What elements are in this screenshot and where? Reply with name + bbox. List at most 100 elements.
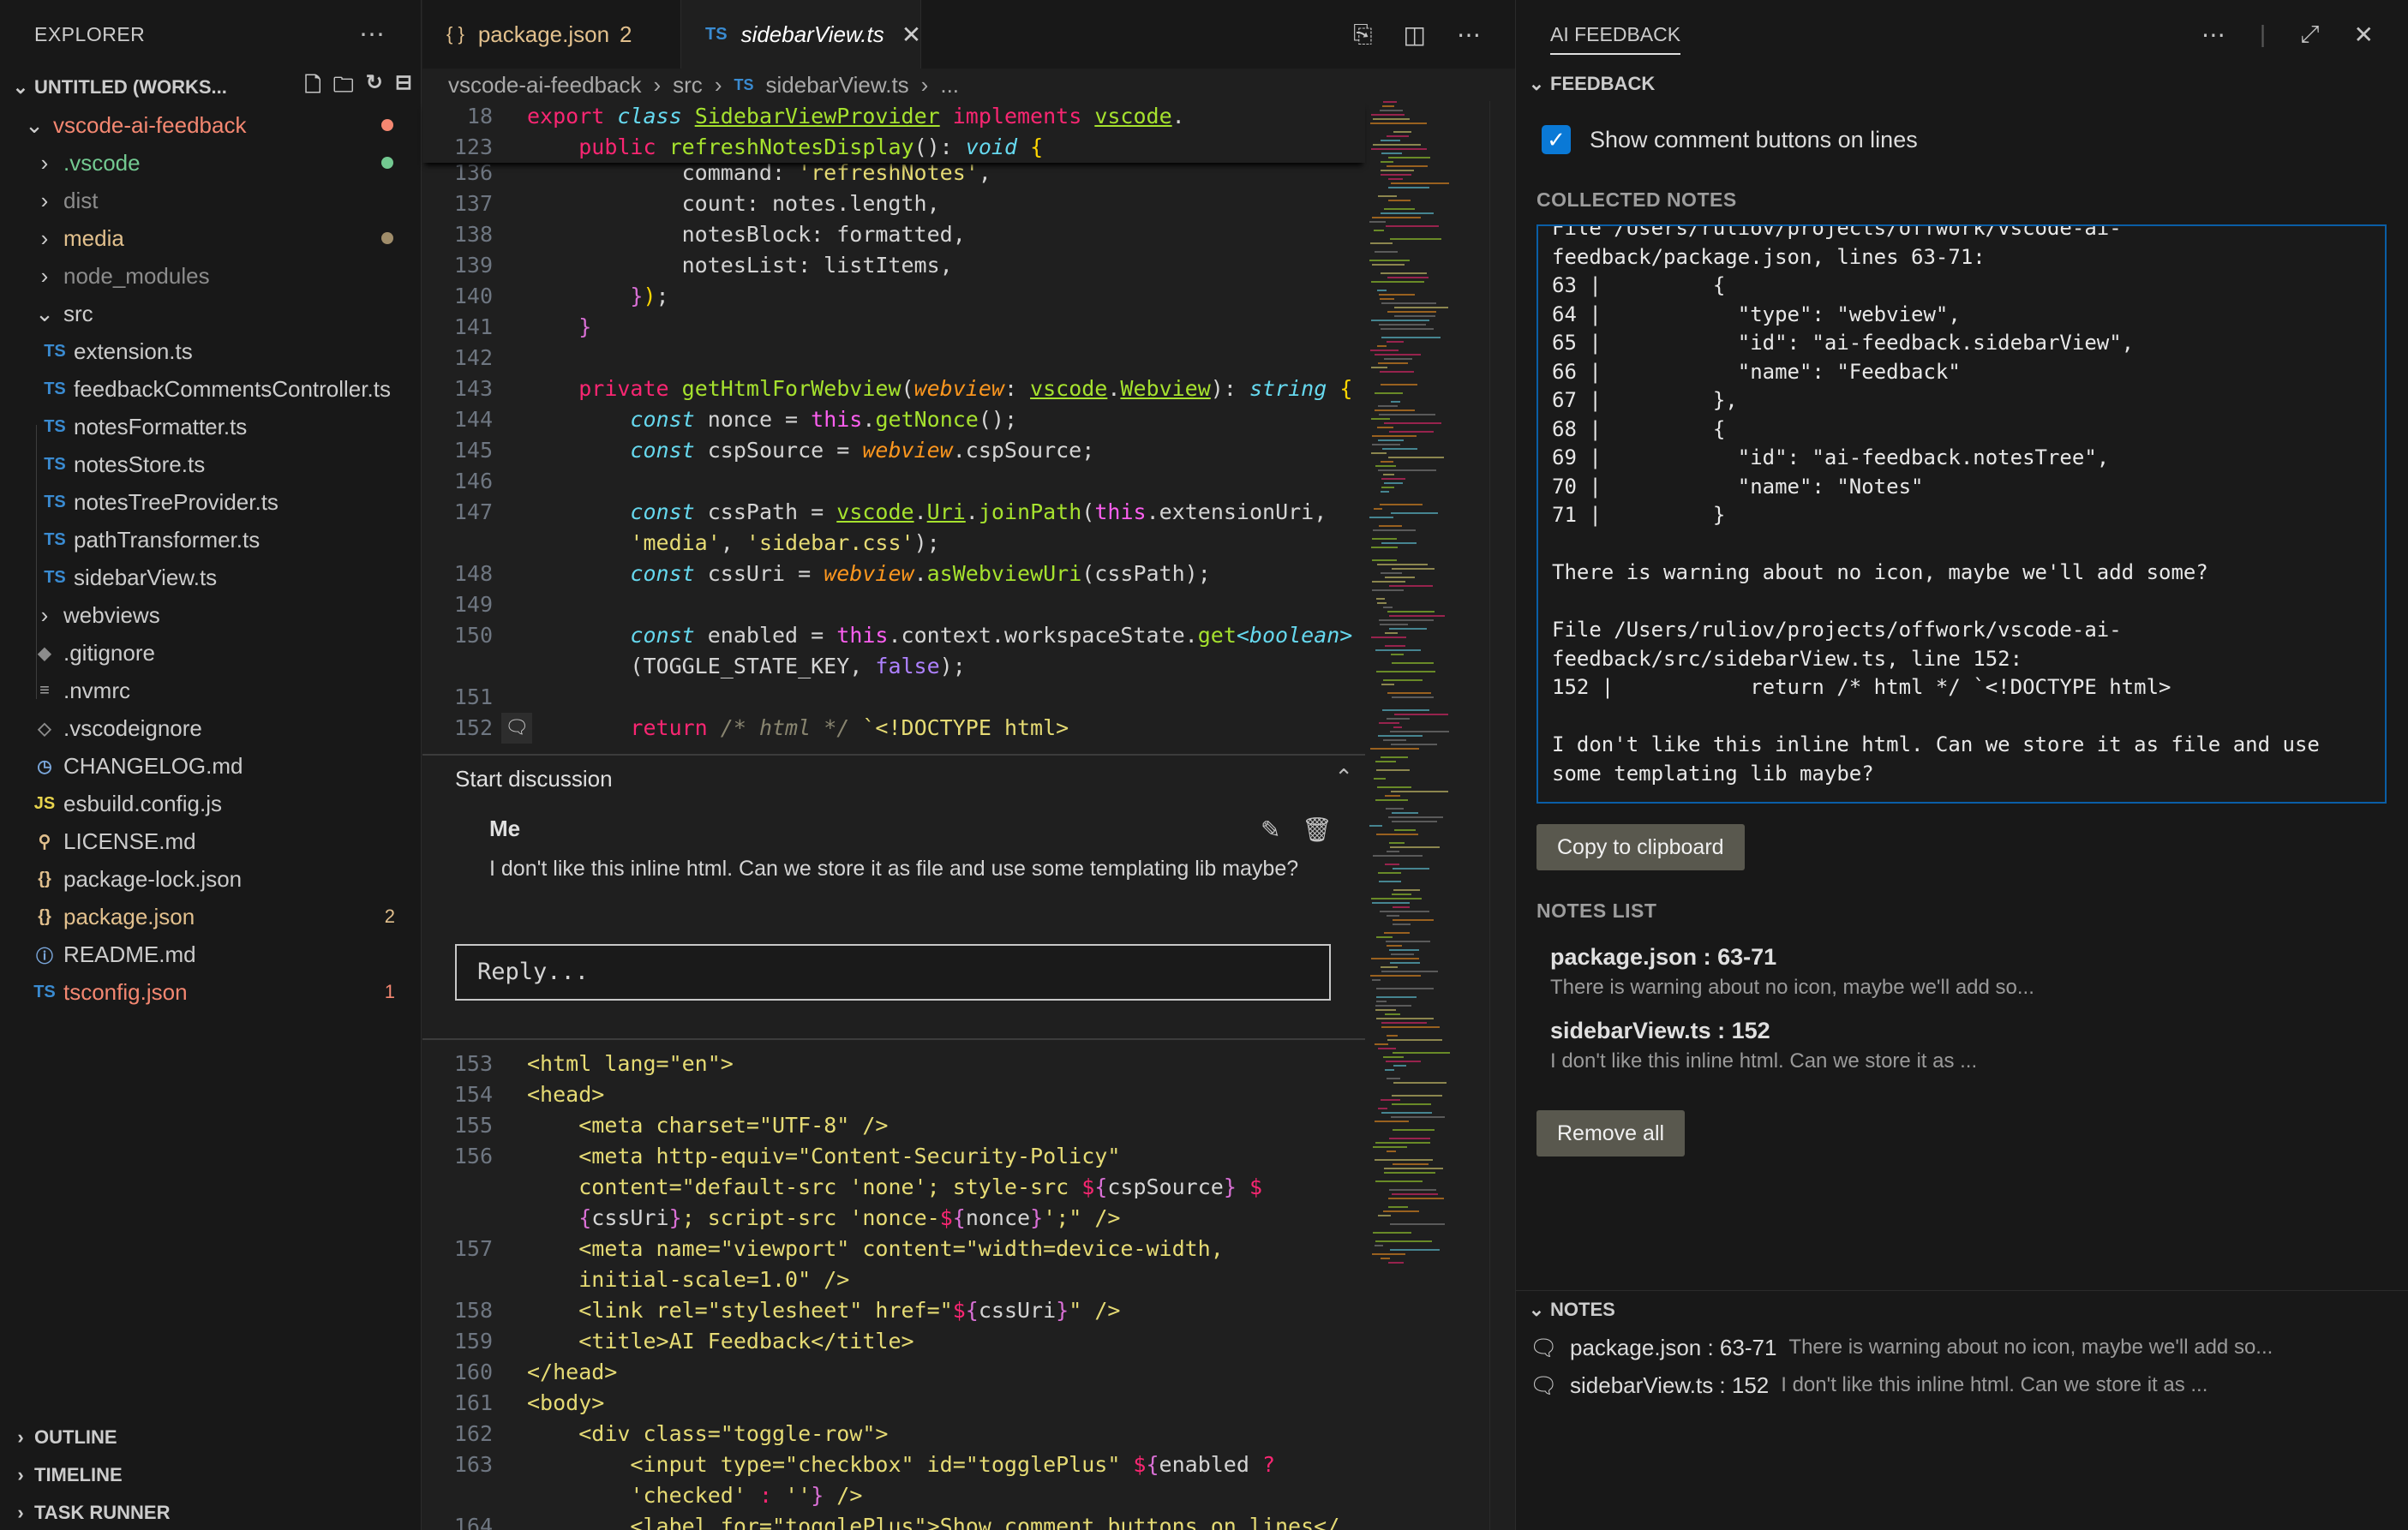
- tree-file[interactable]: TS pathTransformer.ts: [0, 521, 421, 559]
- collapse-all-icon[interactable]: ⊟: [395, 70, 412, 105]
- code-line[interactable]: 151: [422, 682, 1365, 713]
- code-line[interactable]: 156 <meta http-equiv="Content-Security-P…: [422, 1141, 1365, 1172]
- code-line[interactable]: 152 return /* html */ `<!DOCTYPE html> 🗨: [422, 713, 1365, 744]
- task-runner-section[interactable]: › TASK RUNNER: [0, 1494, 422, 1530]
- code-line[interactable]: 147 const cssPath = vscode.Uri.joinPath(…: [422, 497, 1365, 528]
- new-file-icon[interactable]: 🗋: [304, 70, 320, 105]
- code-line[interactable]: 149: [422, 589, 1365, 620]
- more-actions-icon[interactable]: ⋯: [2201, 21, 2225, 49]
- code-line[interactable]: {cssUri}; script-src 'nonce-${nonce}';" …: [422, 1203, 1365, 1234]
- tree-file[interactable]: TS notesFormatter.ts: [0, 408, 421, 445]
- code-line[interactable]: 137 count: notes.length,: [422, 188, 1365, 219]
- code-line[interactable]: 146: [422, 466, 1365, 497]
- code-line[interactable]: 163 <input type="checkbox" id="togglePlu…: [422, 1449, 1365, 1480]
- trash-icon[interactable]: 🗑: [1302, 816, 1333, 844]
- reply-input[interactable]: Reply...: [455, 944, 1331, 1001]
- minimap[interactable]: [1369, 101, 1481, 1266]
- breadcrumb-item[interactable]: src: [673, 72, 703, 99]
- note-list-item[interactable]: package.json : 63-71 There is warning ab…: [1550, 944, 2373, 1000]
- new-folder-icon[interactable]: 🗀: [333, 70, 354, 105]
- more-actions-icon[interactable]: ⋯: [1457, 21, 1481, 49]
- tree-folder[interactable]: › webviews: [0, 596, 421, 634]
- tree-file[interactable]: {} package.json 2: [0, 898, 421, 935]
- maximize-icon[interactable]: ⤢: [2300, 21, 2319, 49]
- code-line[interactable]: 144 const nonce = this.getNonce();: [422, 404, 1365, 435]
- more-actions-icon[interactable]: ⋯: [359, 20, 386, 50]
- code-line[interactable]: 158 <link rel="stylesheet" href="${cssUr…: [422, 1295, 1365, 1326]
- tree-file[interactable]: TS tsconfig.json 1: [0, 973, 421, 1011]
- tree-file[interactable]: JS esbuild.config.js: [0, 785, 421, 822]
- code-line[interactable]: 18 export class SidebarViewProvider imple…: [422, 101, 1365, 132]
- chevron-up-icon[interactable]: ⌃: [1334, 764, 1353, 791]
- code-line[interactable]: initial-scale=1.0" />: [422, 1264, 1365, 1295]
- scrollbar[interactable]: [1489, 101, 1515, 1530]
- notes-tree-item[interactable]: 🗨 package.json : 63-71 There is warning …: [1530, 1331, 2273, 1364]
- notes-tree-item[interactable]: 🗨 sidebarView.ts : 152 I don't like this…: [1530, 1369, 2207, 1402]
- add-comment-icon[interactable]: 🗨: [501, 713, 532, 744]
- note-list-item[interactable]: sidebarView.ts : 152 I don't like this i…: [1550, 1018, 2373, 1073]
- code-line[interactable]: 123 public refreshNotesDisplay(): void {: [422, 132, 1365, 163]
- tree-file[interactable]: TS feedbackCommentsController.ts: [0, 370, 421, 408]
- code-line[interactable]: 154 <head>: [422, 1079, 1365, 1110]
- close-icon[interactable]: ✕: [2354, 21, 2374, 49]
- breadcrumb-item[interactable]: sidebarView.ts: [766, 72, 909, 99]
- code-line[interactable]: 150 const enabled = this.context.workspa…: [422, 620, 1365, 651]
- timeline-section[interactable]: › TIMELINE: [0, 1456, 422, 1494]
- tab-sidebarview-ts[interactable]: TS sidebarView.ts ✕: [681, 0, 921, 69]
- tree-file[interactable]: ◷ CHANGELOG.md: [0, 747, 421, 785]
- tree-file[interactable]: ◇ .vscodeignore: [0, 709, 421, 747]
- tree-file[interactable]: TS notesTreeProvider.ts: [0, 483, 421, 521]
- copy-to-clipboard-button[interactable]: Copy to clipboard: [1536, 824, 1745, 870]
- code-line[interactable]: 160 </head>: [422, 1357, 1365, 1388]
- code-line[interactable]: 159 <title>AI Feedback</title>: [422, 1326, 1365, 1357]
- code-line[interactable]: 139 notesList: listItems,: [422, 250, 1365, 281]
- code-line[interactable]: 141 }: [422, 312, 1365, 343]
- tree-file[interactable]: ◆ .gitignore: [0, 634, 421, 672]
- outline-section[interactable]: › OUTLINE: [0, 1419, 422, 1456]
- panel-title[interactable]: AI FEEDBACK: [1550, 15, 1681, 55]
- tree-folder[interactable]: ⌄ vscode-ai-feedback: [0, 106, 421, 144]
- open-changes-icon[interactable]: ⎘: [1353, 21, 1372, 49]
- code-line[interactable]: 155 <meta charset="UTF-8" />: [422, 1110, 1365, 1141]
- code-editor-top[interactable]: 136 command: 'refreshNotes', 137 count: n…: [422, 158, 1365, 744]
- remove-all-button[interactable]: Remove all: [1536, 1110, 1686, 1156]
- tree-file[interactable]: ⚲ LICENSE.md: [0, 822, 421, 860]
- code-line[interactable]: 164 <label for="togglePlus">Show comment…: [422, 1511, 1365, 1530]
- tree-file[interactable]: TS extension.ts: [0, 332, 421, 370]
- breadcrumb-item[interactable]: ...: [940, 72, 959, 99]
- tree-folder[interactable]: › .vscode: [0, 144, 421, 182]
- code-line[interactable]: 140 });: [422, 281, 1365, 312]
- code-line[interactable]: 'media', 'sidebar.css');: [422, 528, 1365, 559]
- tree-folder[interactable]: › node_modules: [0, 257, 421, 295]
- tree-file[interactable]: TS sidebarView.ts: [0, 559, 421, 596]
- tree-file[interactable]: {} package-lock.json: [0, 860, 421, 898]
- refresh-icon[interactable]: ↻: [366, 70, 383, 105]
- code-line[interactable]: 161 <body>: [422, 1388, 1365, 1419]
- tree-file[interactable]: ⓘ README.md: [0, 935, 421, 973]
- collected-notes-textarea[interactable]: File /Users/ruliov/projects/offwork/vsco…: [1536, 224, 2387, 804]
- code-line[interactable]: 148 const cssUri = webview.asWebviewUri(…: [422, 559, 1365, 589]
- breadcrumb-item[interactable]: vscode-ai-feedback: [448, 72, 641, 99]
- code-line[interactable]: 153 <html lang="en">: [422, 1049, 1365, 1079]
- tree-file[interactable]: ≡ .nvmrc: [0, 672, 421, 709]
- code-line[interactable]: 145 const cspSource = webview.cspSource;: [422, 435, 1365, 466]
- code-line[interactable]: content="default-src 'none'; style-src $…: [422, 1172, 1365, 1203]
- workspace-section-header[interactable]: ⌄ UNTITLED (WORKS... 🗋 🗀 ↻ ⊟: [0, 69, 421, 106]
- code-line[interactable]: 'checked' : ''} />: [422, 1480, 1365, 1511]
- tree-file[interactable]: TS notesStore.ts: [0, 445, 421, 483]
- code-line[interactable]: 157 <meta name="viewport" content="width…: [422, 1234, 1365, 1264]
- show-comment-buttons-checkbox[interactable]: ✓: [1542, 125, 1571, 154]
- code-line[interactable]: (TOGGLE_STATE_KEY, false);: [422, 651, 1365, 682]
- split-editor-icon[interactable]: ◫: [1404, 21, 1426, 49]
- code-line[interactable]: 138 notesBlock: formatted,: [422, 219, 1365, 250]
- pencil-icon[interactable]: ✎: [1261, 816, 1280, 844]
- tree-folder[interactable]: › dist: [0, 182, 421, 219]
- code-line[interactable]: 143 private getHtmlForWebview(webview: v…: [422, 374, 1365, 404]
- sticky-scroll[interactable]: 18 export class SidebarViewProvider imple…: [422, 101, 1365, 163]
- code-line[interactable]: 142: [422, 343, 1365, 374]
- feedback-section-header[interactable]: ⌄ FEEDBACK: [1516, 69, 2408, 99]
- notes-section-header[interactable]: ⌄ NOTES: [1516, 1290, 2408, 1328]
- tab-package-json[interactable]: { } package.json 2: [422, 0, 681, 69]
- tree-folder[interactable]: › media: [0, 219, 421, 257]
- tree-folder[interactable]: ⌄ src: [0, 295, 421, 332]
